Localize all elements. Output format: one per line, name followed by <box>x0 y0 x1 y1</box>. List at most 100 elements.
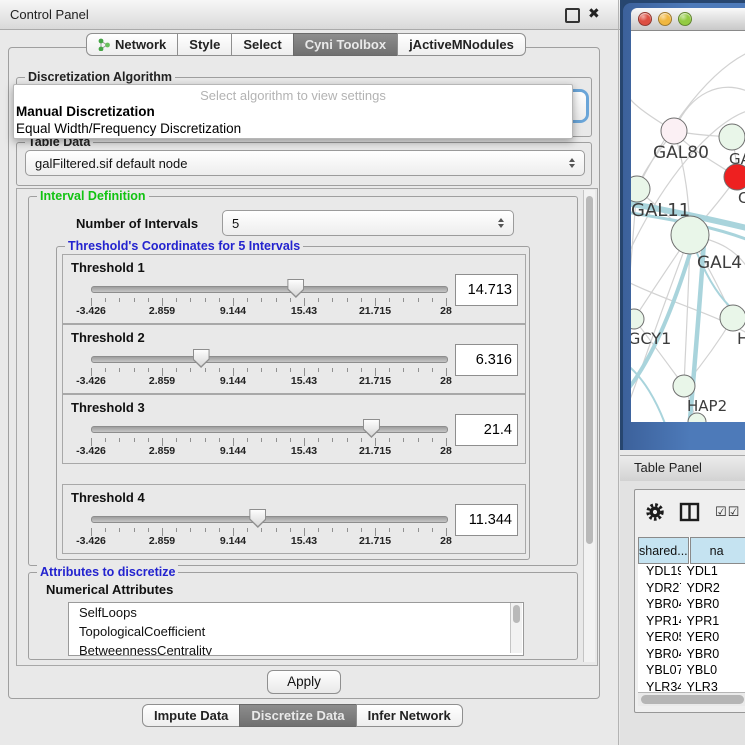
table-cell: YER0 <box>681 630 745 647</box>
tab-impute-data[interactable]: Impute Data <box>142 704 240 727</box>
tab-label: Cyni Toolbox <box>305 34 386 55</box>
split-view-icon[interactable] <box>679 502 701 522</box>
table-row[interactable]: YBR043CYBR0 <box>638 597 745 614</box>
tab-label: Impute Data <box>154 705 228 726</box>
cyni-bottom-tabs: Impute Data Discretize Data Infer Network <box>142 704 463 727</box>
network-node-h[interactable] <box>720 305 745 331</box>
tab-label: Network <box>115 34 166 55</box>
slider-track[interactable] <box>91 426 448 433</box>
node-table[interactable]: shared...naYDL19...YDL1YDR27...YDR2YBR04… <box>638 537 745 706</box>
slider-thumb[interactable] <box>193 349 210 368</box>
zoom-light[interactable] <box>678 12 692 26</box>
discretization-algorithm-group-title: Discretization Algorithm <box>25 70 175 84</box>
vertical-scrollbar[interactable] <box>583 190 595 662</box>
menu-item-manual-discretization[interactable]: Manual Discretization <box>16 104 155 119</box>
threshold-panel-2: Threshold 2-3.4262.8599.14415.4321.71528… <box>62 324 526 394</box>
close-light[interactable] <box>638 12 652 26</box>
network-node-gal4[interactable] <box>671 216 709 254</box>
node-table-panel: ☑☑ shared...naYDL19...YDL1YDR27...YDR2YB… <box>634 489 745 713</box>
apply-button[interactable]: Apply <box>267 670 341 694</box>
threshold-value-field[interactable]: 6.316 <box>455 344 518 376</box>
table-cell: YPR145W <box>638 614 681 631</box>
tab-label: Infer Network <box>368 705 451 726</box>
table-row[interactable]: YBR045CYBR0 <box>638 647 745 664</box>
combo-stepper-icon <box>498 218 504 228</box>
table-row[interactable]: YDL19...YDL1 <box>638 564 745 581</box>
tab-cyni-toolbox[interactable]: Cyni Toolbox <box>293 33 398 56</box>
close-icon[interactable]: ✖ <box>588 5 600 22</box>
float-window-icon[interactable] <box>565 8 580 23</box>
table-data-group: Table Data galFiltered.sif default node <box>16 142 592 186</box>
network-node-gal80[interactable] <box>661 118 687 144</box>
network-view-window: GAL80GACGAL11GAL4GCY1HHAP2 <box>623 3 745 450</box>
list-item[interactable]: SelfLoops <box>69 603 523 622</box>
number-of-intervals-combobox[interactable]: 5 <box>222 210 514 236</box>
slider-track[interactable] <box>91 286 448 293</box>
tab-discretize-data[interactable]: Discretize Data <box>239 704 356 727</box>
column-header[interactable]: shared... <box>638 537 689 564</box>
network-node-ga[interactable] <box>719 124 745 150</box>
tab-label: Select <box>243 34 281 55</box>
table-cell: YBR0 <box>681 597 745 614</box>
table-header-row: shared...na <box>638 537 745 564</box>
checkboxes-icon[interactable]: ☑☑ <box>715 504 740 520</box>
table-cell: YBL079W <box>638 663 681 680</box>
network-window-titlebar[interactable] <box>631 8 745 31</box>
list-item[interactable]: TopologicalCoefficient <box>69 622 523 641</box>
table-cell: YDR27... <box>638 581 681 598</box>
control-panel-tabs: Network Style Select Cyni Toolbox jActiveMNo… <box>86 33 526 56</box>
slider-thumb[interactable] <box>287 279 304 298</box>
combo-stepper-icon <box>569 158 575 168</box>
table-horizontal-scrollbar[interactable] <box>638 692 745 706</box>
network-node-gcy1[interactable] <box>631 309 644 329</box>
network-node-hap2[interactable] <box>673 375 695 397</box>
interval-definition-title: Interval Definition <box>37 189 149 203</box>
tab-infer-network[interactable]: Infer Network <box>356 704 463 727</box>
table-row[interactable]: YER054CYER0 <box>638 630 745 647</box>
node-label: GAL4 <box>697 253 742 273</box>
table-row[interactable]: YPR145WYPR1 <box>638 614 745 631</box>
network-icon <box>98 38 111 51</box>
algorithm-dropdown-popup: Select algorithm to view settings Manual… <box>13 84 573 139</box>
slider-tick-labels: -3.4262.8599.14415.4321.71528 <box>91 305 446 317</box>
tab-style[interactable]: Style <box>177 33 232 56</box>
table-toolbar: ☑☑ <box>635 492 745 532</box>
panel-splitter[interactable] <box>618 0 619 745</box>
table-panel-area: ☑☑ shared...naYDL19...YDL1YDR27...YDR2YB… <box>620 481 745 745</box>
slider-thumb[interactable] <box>363 419 380 438</box>
tab-jactivemnodules[interactable]: jActiveMNodules <box>397 33 526 56</box>
threshold-value-field[interactable]: 21.4 <box>455 414 518 446</box>
attributes-list-scrollbar[interactable] <box>510 603 522 653</box>
tab-select[interactable]: Select <box>231 33 293 56</box>
slider-track[interactable] <box>91 516 448 523</box>
number-of-intervals-value: 5 <box>232 216 492 231</box>
table-row[interactable]: YBL079WYBL0 <box>638 663 745 680</box>
table-row[interactable]: YDR27...YDR2 <box>638 581 745 598</box>
network-edge-thick[interactable] <box>631 364 667 422</box>
threshold-value-field[interactable]: 14.713 <box>455 274 518 306</box>
table-cell: YBR0 <box>681 647 745 664</box>
network-canvas[interactable]: GAL80GACGAL11GAL4GCY1HHAP2 <box>631 31 745 422</box>
slider-thumb[interactable] <box>249 509 266 528</box>
threshold-value-field[interactable]: 11.344 <box>455 504 518 536</box>
node-label: H <box>737 329 745 348</box>
menu-item-equal-width-frequency[interactable]: Equal Width/Frequency Discretization <box>16 121 241 136</box>
minimize-light[interactable] <box>658 12 672 26</box>
threshold-label: Threshold 1 <box>71 260 145 275</box>
node-label: C <box>738 189 745 207</box>
network-node-c[interactable] <box>724 164 745 190</box>
table-cell: YBR045C <box>638 647 681 664</box>
list-item[interactable]: BetweennessCentrality <box>69 641 523 656</box>
settings-gear-icon[interactable] <box>645 502 665 522</box>
table-data-combobox[interactable]: galFiltered.sif default node <box>25 150 585 176</box>
threshold-label: Threshold 2 <box>71 330 145 345</box>
threshold-panel-3: Threshold 3-3.4262.8599.14415.4321.71528… <box>62 394 526 464</box>
slider-track[interactable] <box>91 356 448 363</box>
threshold-label: Threshold 3 <box>71 400 145 415</box>
tab-network[interactable]: Network <box>86 33 178 56</box>
table-cell: YER054C <box>638 630 681 647</box>
tab-label: Discretize Data <box>251 705 344 726</box>
tab-label: jActiveMNodules <box>409 34 514 55</box>
column-header[interactable]: na <box>690 537 745 564</box>
numerical-attributes-list[interactable]: SelfLoopsTopologicalCoefficientBetweenne… <box>68 602 524 656</box>
